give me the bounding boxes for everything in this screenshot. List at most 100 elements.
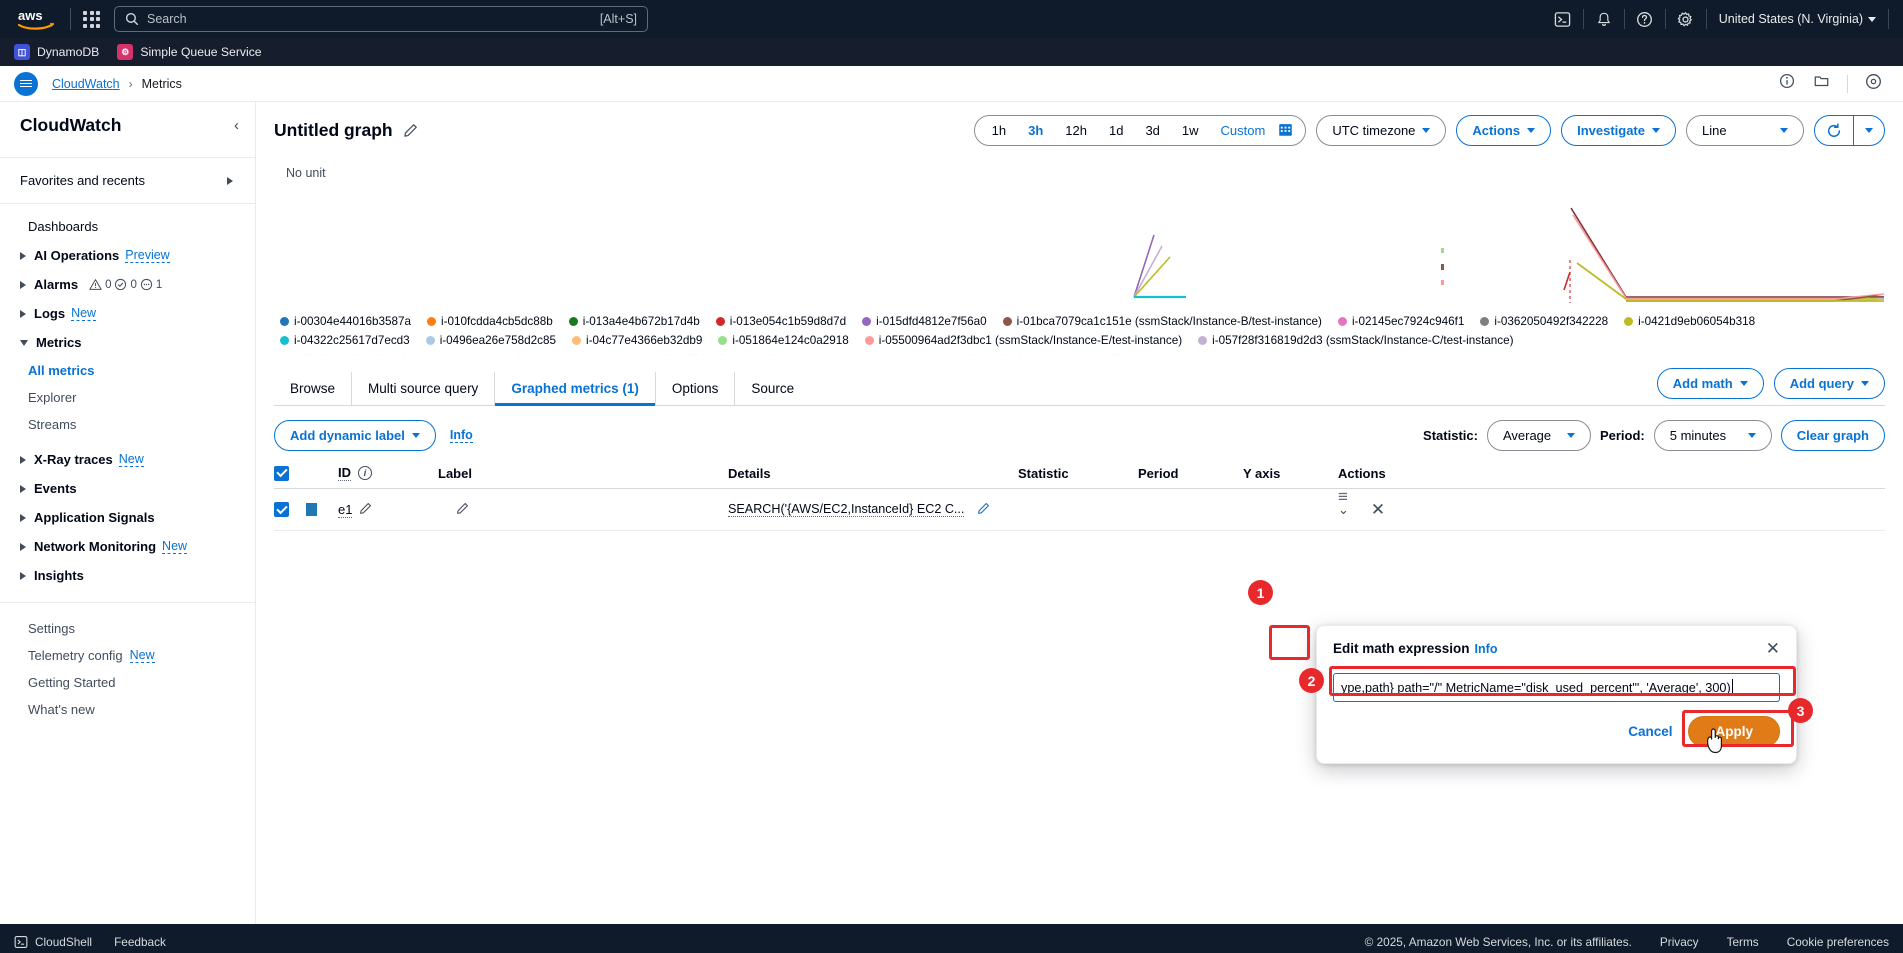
chevron-down-icon	[1740, 381, 1748, 386]
period-selector[interactable]: 5 minutes	[1654, 420, 1772, 451]
sidebar-item-alarms[interactable]: Alarms 0 0 1	[0, 270, 255, 299]
time-range-12h[interactable]: 12h	[1054, 123, 1098, 138]
investigate-button[interactable]: Investigate	[1561, 115, 1676, 146]
bell-icon[interactable]	[1584, 0, 1624, 38]
menu-toggle-icon[interactable]	[14, 72, 38, 96]
row-checkbox[interactable]	[274, 502, 306, 517]
graph-type-selector[interactable]: Line	[1686, 115, 1804, 146]
aws-logo[interactable]: aws	[14, 6, 58, 32]
add-math-button[interactable]: Add math	[1657, 368, 1764, 399]
column-header-period: Period	[1138, 466, 1243, 481]
sidebar-item-telemetry-config[interactable]: Telemetry config New	[0, 642, 255, 669]
sidebar-item-streams[interactable]: Streams	[0, 411, 255, 438]
fav-item-sqs[interactable]: ⚙ Simple Queue Service	[117, 44, 261, 60]
cancel-button[interactable]: Cancel	[1628, 724, 1672, 739]
chevron-down-icon	[1868, 17, 1876, 22]
sidebar-item-all-metrics[interactable]: All metrics	[0, 357, 255, 384]
sidebar-item-explorer[interactable]: Explorer	[0, 384, 255, 411]
time-range-3d[interactable]: 3d	[1134, 123, 1170, 138]
legend-item[interactable]: i-0421d9eb06054b318	[1624, 312, 1755, 331]
gear-icon[interactable]	[1666, 0, 1706, 38]
nav-divider	[70, 8, 71, 30]
time-range-3h[interactable]: 3h	[1017, 123, 1054, 138]
time-range-1h[interactable]: 1h	[981, 123, 1017, 138]
info-link[interactable]: Info	[450, 428, 473, 443]
footer-link-cookie-preferences[interactable]: Cookie preferences	[1787, 935, 1889, 949]
sidebar-item-events[interactable]: Events	[0, 474, 255, 503]
breadcrumb-root[interactable]: CloudWatch	[52, 77, 120, 91]
row-actions-cell: ⌄ ✕	[1338, 500, 1458, 520]
legend-item[interactable]: i-015dfd4812e7f56a0	[862, 312, 986, 331]
legend-item[interactable]: i-00304e44016b3587a	[280, 312, 411, 331]
statistic-selector[interactable]: Average	[1487, 420, 1591, 451]
edit-id-pencil-icon[interactable]	[359, 502, 372, 518]
dialog-info-link[interactable]: Info	[1475, 642, 1498, 656]
chevron-right-icon	[20, 543, 26, 551]
footer-feedback[interactable]: Feedback	[114, 935, 166, 949]
sidebar-item-ai-operations[interactable]: AI Operations Preview	[0, 241, 255, 270]
row-id-value: e1	[338, 502, 352, 518]
legend-item[interactable]: i-013e054c1b59d8d7d	[716, 312, 846, 331]
sidebar-item-whats-new[interactable]: What's new	[0, 696, 255, 723]
sidebar-item-settings[interactable]: Settings	[0, 615, 255, 642]
legend-item[interactable]: i-02145ec7924c946f1	[1338, 312, 1464, 331]
footer-link-privacy[interactable]: Privacy	[1660, 935, 1699, 949]
legend-item[interactable]: i-0362050492f342228	[1480, 312, 1608, 331]
sidebar-item-favorites[interactable]: Favorites and recents	[0, 166, 255, 195]
legend-item[interactable]: i-01bca7079ca1c151e (ssmStack/Instance-B…	[1003, 312, 1322, 331]
add-query-button[interactable]: Add query	[1774, 368, 1885, 399]
sidebar-item-application-signals[interactable]: Application Signals	[0, 503, 255, 532]
time-range-1d[interactable]: 1d	[1098, 123, 1134, 138]
edit-title-pencil-icon[interactable]	[403, 123, 418, 138]
calendar-icon[interactable]	[1276, 122, 1299, 140]
apply-button[interactable]: Apply	[1688, 716, 1780, 747]
sidebar-item-getting-started[interactable]: Getting Started	[0, 669, 255, 696]
sidebar-item-logs[interactable]: Logs New	[0, 299, 255, 328]
tab-browse[interactable]: Browse	[274, 372, 352, 405]
series-color-swatch[interactable]	[306, 503, 338, 516]
expression-input[interactable]: ype,path} path="/" MetricName="disk_used…	[1333, 673, 1780, 702]
help-icon[interactable]	[1625, 0, 1665, 38]
sidebar-item-metrics[interactable]: Metrics	[0, 328, 255, 357]
legend-item[interactable]: i-010fcdda4cb5dc88b	[427, 312, 553, 331]
footer-link-terms[interactable]: Terms	[1727, 935, 1759, 949]
tab-source[interactable]: Source	[735, 372, 810, 405]
time-range-custom[interactable]: Custom	[1210, 123, 1277, 138]
folder-icon[interactable]	[1806, 73, 1837, 94]
info-circle-icon[interactable]	[1772, 73, 1802, 94]
sidebar-item-network-monitoring[interactable]: Network Monitoring New	[0, 532, 255, 561]
tab-options[interactable]: Options	[656, 372, 736, 405]
edit-details-pencil-icon[interactable]	[977, 502, 990, 518]
close-icon[interactable]: ✕	[1766, 640, 1780, 657]
edit-label-pencil-icon[interactable]	[456, 502, 469, 518]
time-range-selector[interactable]: 1h 3h 12h 1d 3d 1w Custom	[974, 115, 1307, 146]
cloudshell-icon[interactable]	[1543, 0, 1583, 38]
legend-item[interactable]: i-013a4e4b672b17d4b	[569, 312, 700, 331]
footer-cloudshell[interactable]: CloudShell	[14, 935, 92, 949]
sidebar-collapse-icon[interactable]: ‹	[234, 117, 239, 134]
resize-handle[interactable]: ≡	[1338, 487, 1348, 507]
clear-graph-button[interactable]: Clear graph	[1781, 420, 1885, 451]
timezone-selector[interactable]: UTC timezone	[1316, 115, 1446, 146]
info-icon[interactable]: i	[358, 466, 372, 480]
sidebar-item-insights[interactable]: Insights	[0, 561, 255, 590]
remove-row-icon[interactable]: ✕	[1371, 500, 1385, 520]
actions-button[interactable]: Actions	[1456, 115, 1551, 146]
sidebar-item-xray-traces[interactable]: X-Ray traces New	[0, 445, 255, 474]
tab-multi-source-query[interactable]: Multi source query	[352, 372, 495, 405]
refresh-options-chevron-icon[interactable]	[1854, 128, 1884, 133]
time-range-1w[interactable]: 1w	[1171, 123, 1210, 138]
search-input[interactable]: Search [Alt+S]	[114, 6, 648, 32]
add-dynamic-label-button[interactable]: Add dynamic label	[274, 420, 436, 451]
sidebar-item-label: Application Signals	[34, 510, 155, 525]
settings-circle-icon[interactable]	[1858, 73, 1889, 95]
sidebar-item-dashboards[interactable]: Dashboards	[0, 212, 255, 241]
alarm-counts: 0 0 1	[89, 278, 162, 291]
fav-item-dynamodb[interactable]: ◫ DynamoDB	[14, 44, 99, 60]
app-grid-icon[interactable]	[83, 11, 100, 28]
chevron-down-icon	[1780, 128, 1788, 133]
region-selector[interactable]: United States (N. Virginia)	[1707, 12, 1888, 26]
tab-graphed-metrics[interactable]: Graphed metrics (1)	[495, 372, 656, 405]
select-all-checkbox[interactable]	[274, 466, 306, 481]
refresh-icon[interactable]	[1815, 123, 1853, 139]
